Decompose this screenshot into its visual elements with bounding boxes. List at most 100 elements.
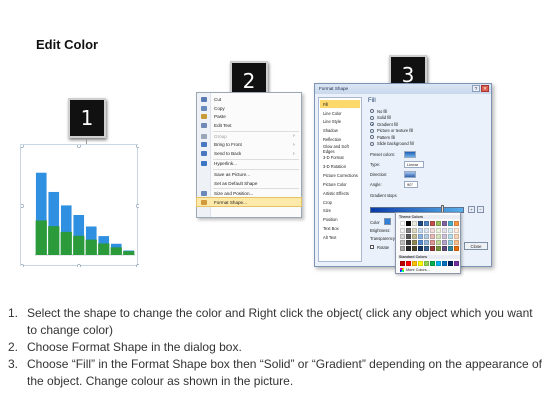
color-swatch[interactable] — [454, 234, 459, 239]
context-menu-item[interactable]: Set as Default Shape — [197, 179, 301, 188]
color-swatch[interactable] — [424, 261, 429, 266]
help-button[interactable]: ? — [472, 85, 480, 92]
color-swatch[interactable] — [418, 246, 423, 251]
color-swatch[interactable] — [442, 234, 447, 239]
color-swatch[interactable] — [424, 221, 429, 226]
context-menu-item[interactable]: Send to Back › — [197, 149, 301, 158]
nav-item-line-style[interactable]: Line Style — [320, 118, 360, 126]
color-swatch[interactable] — [400, 246, 405, 251]
color-swatch[interactable] — [454, 240, 459, 245]
color-swatch[interactable] — [442, 228, 447, 233]
selection-handle[interactable] — [77, 145, 81, 148]
color-dropdown[interactable] — [384, 218, 391, 225]
color-swatch[interactable] — [424, 240, 429, 245]
add-stop-button[interactable]: + — [468, 206, 475, 213]
selection-handle[interactable] — [136, 145, 139, 148]
color-swatch[interactable] — [430, 240, 435, 245]
color-swatch[interactable] — [400, 240, 405, 245]
bar-series-2-4[interactable] — [73, 235, 85, 255]
more-colors-button[interactable]: More Colors... — [400, 268, 430, 272]
color-swatch[interactable] — [400, 261, 405, 266]
bar-chart-shape[interactable] — [20, 144, 139, 267]
color-swatch[interactable] — [406, 221, 411, 226]
direction-dropdown[interactable] — [404, 171, 416, 178]
context-menu-item[interactable]: Copy — [197, 104, 301, 113]
color-swatch[interactable] — [418, 240, 423, 245]
fill-option-radio[interactable]: No fill — [370, 108, 387, 114]
preset-colors-dropdown[interactable] — [404, 151, 416, 158]
color-swatch[interactable] — [418, 261, 423, 266]
context-menu-item[interactable]: Size and Position... — [197, 189, 301, 198]
selection-handle[interactable] — [136, 264, 139, 267]
color-swatch[interactable] — [436, 261, 441, 266]
nav-item-crop[interactable]: Crop — [320, 198, 360, 206]
close-icon[interactable]: ✕ — [481, 85, 489, 92]
color-swatch[interactable] — [448, 221, 453, 226]
context-menu-item[interactable]: Save as Picture... — [197, 170, 301, 179]
color-swatch[interactable] — [454, 228, 459, 233]
color-swatch[interactable] — [406, 234, 411, 239]
color-swatch[interactable] — [436, 246, 441, 251]
color-swatch[interactable] — [454, 246, 459, 251]
bar-series-2-8[interactable] — [123, 251, 135, 255]
color-swatch[interactable] — [436, 228, 441, 233]
color-swatch[interactable] — [400, 228, 405, 233]
color-swatch[interactable] — [406, 228, 411, 233]
bar-series-2-2[interactable] — [48, 226, 60, 255]
nav-item-text-box[interactable]: Text Box — [320, 225, 360, 233]
color-swatch[interactable] — [430, 221, 435, 226]
nav-item-3-d-format[interactable]: 3-D Format — [320, 153, 360, 161]
color-swatch[interactable] — [418, 228, 423, 233]
color-swatch[interactable] — [442, 261, 447, 266]
fill-option-radio[interactable]: Slide background fill — [370, 141, 414, 147]
nav-item-shadow[interactable]: Shadow — [320, 127, 360, 135]
color-swatch[interactable] — [424, 246, 429, 251]
color-swatch[interactable] — [436, 234, 441, 239]
selection-handle[interactable] — [21, 204, 24, 208]
bar-series-2-6[interactable] — [98, 243, 110, 255]
context-menu-item[interactable]: Bring to Front › — [197, 141, 301, 150]
color-swatch[interactable] — [442, 240, 447, 245]
color-swatch[interactable] — [412, 246, 417, 251]
color-swatch[interactable] — [412, 261, 417, 266]
fill-option-radio[interactable]: Gradient fill — [370, 121, 398, 127]
color-swatch[interactable] — [430, 246, 435, 251]
color-swatch[interactable] — [430, 234, 435, 239]
rotate-checkbox[interactable] — [370, 245, 374, 249]
selection-handle[interactable] — [77, 264, 81, 267]
bar-series-2-7[interactable] — [110, 247, 122, 255]
type-dropdown[interactable]: Linear — [404, 161, 424, 168]
color-swatch[interactable] — [418, 234, 423, 239]
color-swatch[interactable] — [448, 234, 453, 239]
color-swatch[interactable] — [448, 246, 453, 251]
fill-option-radio[interactable]: Picture or texture fill — [370, 128, 413, 134]
nav-item-size[interactable]: Size — [320, 207, 360, 215]
nav-item-picture-corrections[interactable]: Picture Corrections — [320, 171, 360, 179]
color-swatch[interactable] — [412, 234, 417, 239]
bar-series-2-3[interactable] — [60, 231, 72, 255]
color-swatch[interactable] — [430, 228, 435, 233]
nav-item-picture-color[interactable]: Picture Color — [320, 180, 360, 188]
nav-item-line-color[interactable]: Line Color — [320, 109, 360, 117]
color-swatch[interactable] — [430, 261, 435, 266]
context-menu-item[interactable]: Group › — [197, 132, 301, 141]
color-swatch[interactable] — [400, 221, 405, 226]
color-swatch[interactable] — [412, 240, 417, 245]
nav-item-artistic-effects[interactable]: Artistic Effects — [320, 189, 360, 197]
color-swatch[interactable] — [400, 234, 405, 239]
nav-item-fill[interactable]: Fill — [320, 100, 360, 109]
nav-item-alt-text[interactable]: Alt Text — [320, 234, 360, 242]
color-swatch[interactable] — [406, 240, 411, 245]
color-swatch[interactable] — [406, 261, 411, 266]
selection-handle[interactable] — [21, 145, 24, 148]
color-swatch[interactable] — [436, 240, 441, 245]
nav-item-glow-and-soft-edges[interactable]: Glow and Soft Edges — [320, 144, 360, 154]
fill-option-radio[interactable]: Pattern fill — [370, 134, 395, 140]
color-swatch[interactable] — [448, 228, 453, 233]
remove-stop-button[interactable]: − — [477, 206, 484, 213]
color-swatch[interactable] — [442, 221, 447, 226]
context-menu-item[interactable]: Format Shape... — [196, 196, 302, 208]
color-swatch[interactable] — [448, 240, 453, 245]
context-menu-item[interactable]: Edit Text — [197, 121, 301, 130]
color-swatch[interactable] — [454, 261, 459, 266]
